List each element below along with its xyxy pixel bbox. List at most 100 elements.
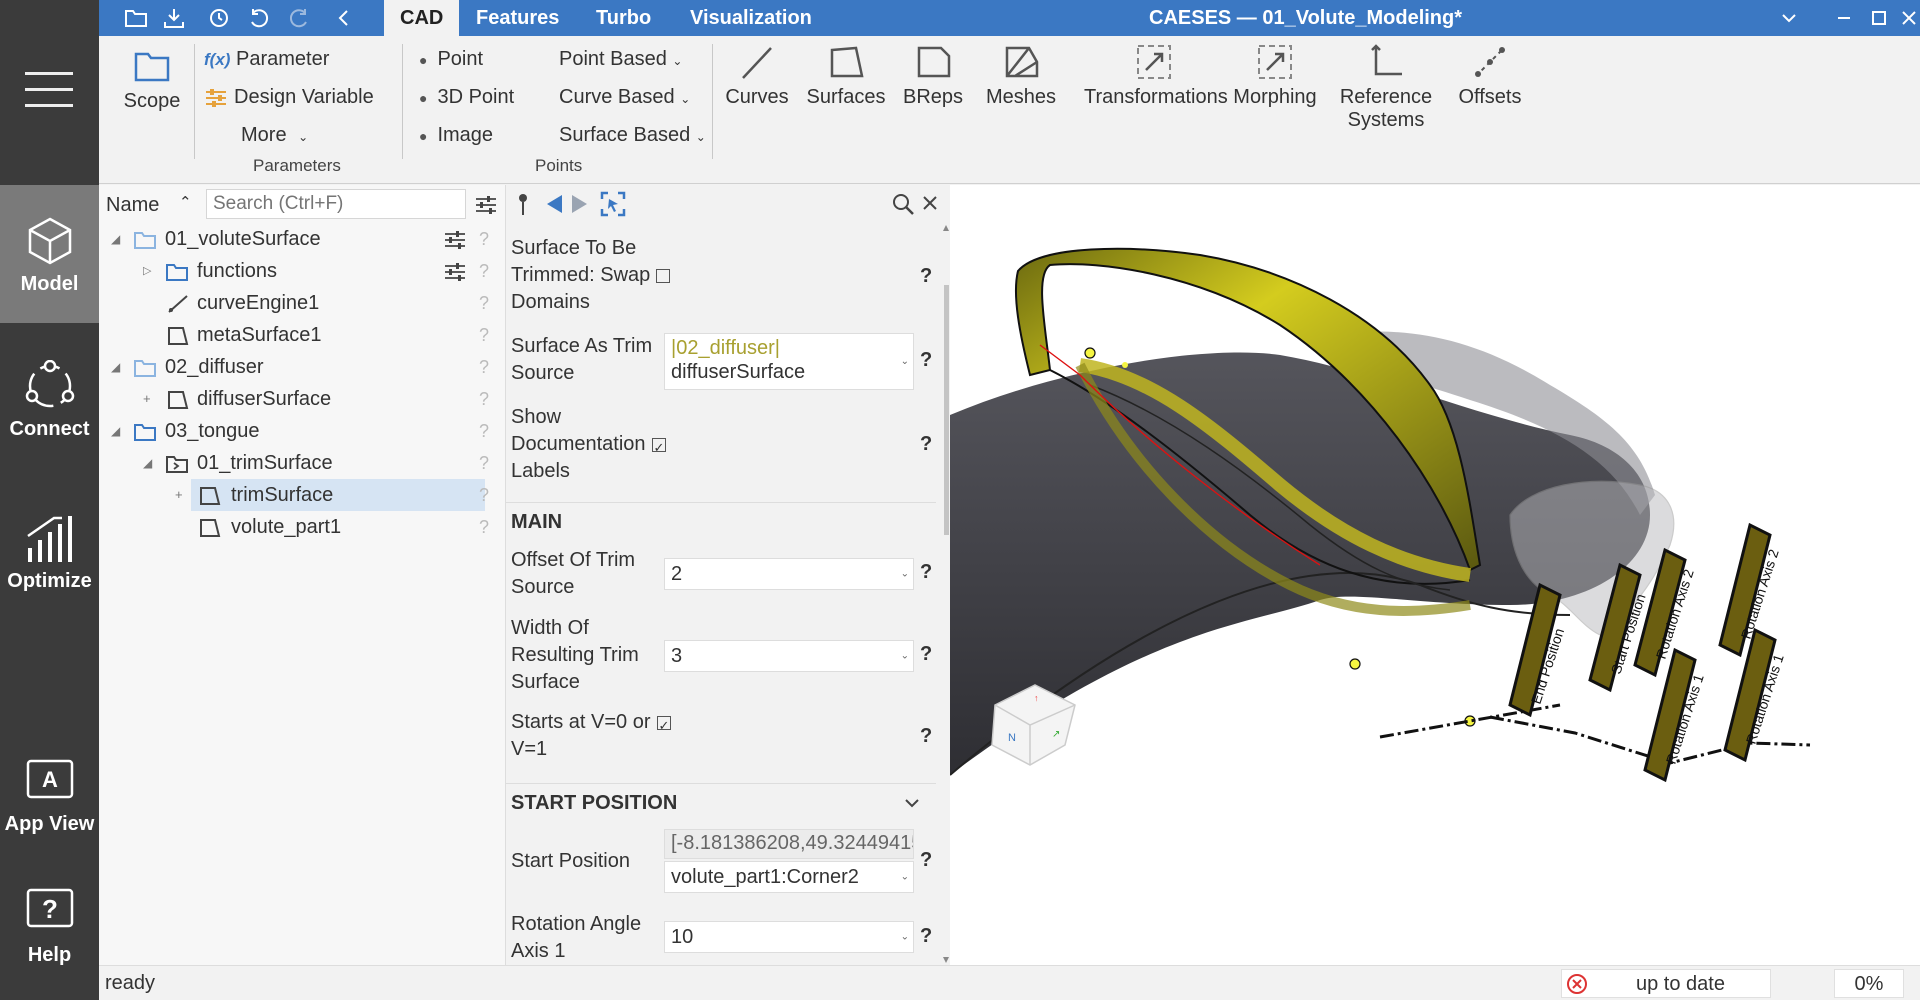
- close-icon[interactable]: [922, 195, 938, 211]
- expand-arrow-icon[interactable]: ◢: [143, 447, 152, 479]
- settings-sliders-icon[interactable]: [444, 231, 466, 249]
- plus-icon[interactable]: +: [143, 383, 151, 415]
- help-icon[interactable]: ?: [479, 287, 489, 319]
- reference-systems-button[interactable]: Reference Systems: [1334, 42, 1438, 132]
- redo-icon[interactable]: [284, 4, 314, 32]
- transformations-button[interactable]: Transformations: [1084, 42, 1228, 109]
- help-icon[interactable]: ?: [479, 479, 489, 511]
- help-icon[interactable]: ?: [479, 223, 489, 255]
- tab-features[interactable]: Features: [460, 0, 575, 36]
- search-icon[interactable]: [891, 192, 915, 216]
- forward-arrow-icon[interactable]: [570, 193, 590, 215]
- starts-at-v-checkbox[interactable]: [656, 712, 671, 739]
- parameter-button[interactable]: f(x) Parameter: [204, 48, 329, 71]
- scope-button[interactable]: Scope: [117, 46, 187, 113]
- help-icon[interactable]: ?: [920, 433, 932, 456]
- sidebar-item-model[interactable]: Model: [0, 185, 99, 323]
- collapse-arrow-icon[interactable]: ▷: [143, 255, 151, 287]
- section-main[interactable]: MAIN: [506, 502, 936, 540]
- sidebar-item-app-view[interactable]: A App View: [0, 755, 99, 836]
- offset-input[interactable]: 2 ⌄: [664, 558, 914, 590]
- tree-item-curveengine1[interactable]: curveEngine1 ?: [99, 287, 499, 319]
- sidebar-item-connect[interactable]: Connect: [0, 360, 99, 441]
- help-icon[interactable]: ?: [479, 511, 489, 543]
- width-input[interactable]: 3 ⌄: [664, 640, 914, 672]
- help-icon[interactable]: ?: [920, 849, 932, 872]
- expand-arrow-icon[interactable]: ◢: [111, 415, 120, 447]
- chevron-down-icon[interactable]: ⌄: [901, 350, 909, 374]
- point-button[interactable]: ● Point: [419, 48, 483, 71]
- maximize-icon[interactable]: [1864, 4, 1894, 32]
- tree-item-diffusersurface[interactable]: + diffuserSurface ?: [99, 383, 499, 415]
- start-position-input[interactable]: volute_part1:Corner2 ⌄: [664, 861, 914, 893]
- open-folder-icon[interactable]: [121, 4, 151, 32]
- curve-based-dropdown[interactable]: Curve Based ⌄: [559, 86, 690, 109]
- help-icon[interactable]: ?: [479, 255, 489, 287]
- swap-domains-checkbox[interactable]: [656, 268, 671, 283]
- help-icon[interactable]: ?: [920, 925, 932, 948]
- minimize-icon[interactable]: [1829, 4, 1859, 32]
- point-based-dropdown[interactable]: Point Based ⌄: [559, 48, 682, 71]
- sort-up-icon[interactable]: ⌃: [179, 193, 192, 211]
- rotation-angle-input[interactable]: 10 ⌄: [664, 921, 914, 953]
- offsets-button[interactable]: Offsets: [1451, 42, 1529, 109]
- expand-arrow-icon[interactable]: ◢: [111, 351, 120, 383]
- help-icon[interactable]: ?: [479, 415, 489, 447]
- tree-item-03-tongue[interactable]: ◢ 03_tongue ?: [99, 415, 499, 447]
- plus-icon[interactable]: +: [175, 479, 183, 511]
- chevron-down-icon[interactable]: ⌄: [901, 872, 909, 883]
- properties-scrollbar[interactable]: [942, 223, 950, 965]
- tab-cad[interactable]: CAD: [384, 0, 460, 36]
- morphing-button[interactable]: Morphing: [1227, 42, 1323, 109]
- save-download-icon[interactable]: [159, 4, 189, 32]
- help-icon[interactable]: ?: [479, 319, 489, 351]
- help-icon[interactable]: ?: [479, 351, 489, 383]
- tree-item-01-trimsurface[interactable]: ◢ 01_trimSurface ?: [99, 447, 499, 479]
- image-button[interactable]: ● Image: [419, 124, 493, 147]
- help-icon[interactable]: ?: [479, 383, 489, 415]
- tab-visualization[interactable]: Visualization: [674, 0, 828, 36]
- sidebar-item-help[interactable]: ? Help: [0, 886, 99, 967]
- show-doc-labels-checkbox[interactable]: [651, 434, 666, 461]
- 3d-point-button[interactable]: ● 3D Point: [419, 86, 514, 109]
- surface-based-dropdown[interactable]: Surface Based ⌄: [559, 124, 706, 147]
- surfaces-button[interactable]: Surfaces: [803, 42, 889, 109]
- hamburger-menu-icon[interactable]: [25, 72, 73, 108]
- volute-model-render[interactable]: End Position Start Position Rotation Axi…: [950, 185, 1920, 965]
- expand-arrow-icon[interactable]: ◢: [111, 223, 120, 255]
- help-icon[interactable]: ?: [920, 725, 932, 748]
- chevron-down-icon[interactable]: ⌄: [901, 932, 909, 943]
- help-icon[interactable]: ?: [920, 561, 932, 584]
- 3d-viewport[interactable]: End Position Start Position Rotation Axi…: [950, 185, 1920, 965]
- help-icon[interactable]: ?: [920, 265, 932, 288]
- trim-source-field[interactable]: |02_diffuser| diffuserSurface ⌄: [664, 333, 914, 390]
- tab-turbo[interactable]: Turbo: [580, 0, 667, 36]
- search-input[interactable]: [206, 189, 466, 219]
- tree-item-trimsurface[interactable]: + trimSurface ?: [99, 479, 499, 511]
- back-chevron-icon[interactable]: [329, 4, 359, 32]
- tree-item-02-diffuser[interactable]: ◢ 02_diffuser ?: [99, 351, 499, 383]
- meshes-button[interactable]: Meshes: [981, 42, 1061, 109]
- chevron-down-icon[interactable]: ⌄: [901, 569, 909, 580]
- tree-item-01-volutesurface[interactable]: ◢ 01_voluteSurface ?: [99, 223, 499, 255]
- history-icon[interactable]: [204, 4, 234, 32]
- breps-button[interactable]: BReps: [897, 42, 969, 109]
- back-arrow-icon[interactable]: [544, 193, 564, 215]
- curves-button[interactable]: Curves: [719, 42, 795, 109]
- update-status-badge[interactable]: up to date: [1561, 969, 1771, 998]
- settings-sliders-icon[interactable]: [444, 263, 466, 281]
- section-start-position[interactable]: START POSITION: [506, 783, 936, 821]
- more-dropdown[interactable]: More ⌄: [241, 124, 308, 147]
- help-icon[interactable]: ?: [920, 643, 932, 666]
- undo-icon[interactable]: [244, 4, 274, 32]
- chevron-down-icon[interactable]: ⌄: [901, 651, 909, 662]
- chevron-down-icon[interactable]: [1774, 4, 1804, 32]
- design-variable-button[interactable]: Design Variable: [204, 86, 374, 109]
- help-icon[interactable]: ?: [479, 447, 489, 479]
- sidebar-item-optimize[interactable]: Optimize: [0, 512, 99, 593]
- close-icon[interactable]: [1894, 4, 1920, 32]
- rotation-axis-2-handle-b[interactable]: Rotation Axis 2: [1718, 522, 1782, 658]
- tree-item-functions[interactable]: ▷ functions ?: [99, 255, 499, 287]
- filter-settings-icon[interactable]: [475, 195, 497, 215]
- tree-item-volute-part1[interactable]: volute_part1 ?: [99, 511, 499, 543]
